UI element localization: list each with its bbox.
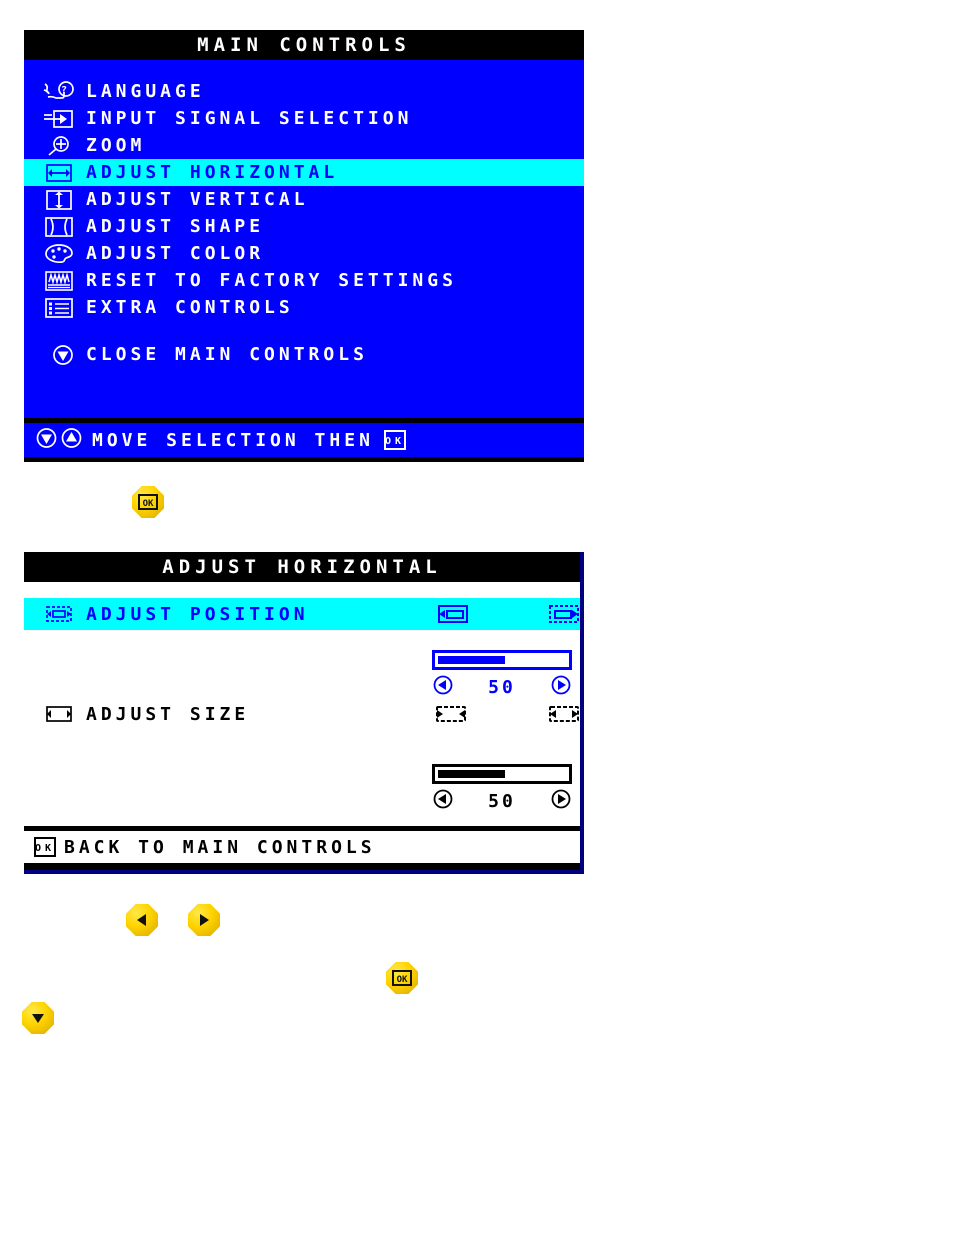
menu-item-zoom[interactable]: ZOOM xyxy=(24,132,584,159)
ok-button-top[interactable]: OK xyxy=(130,484,166,520)
ok-icon: OK xyxy=(34,837,56,857)
menu-item-label: ADJUST SHAPE xyxy=(86,216,265,237)
down-arrow-circle-icon xyxy=(46,344,80,366)
adjust-position-icon xyxy=(38,603,80,625)
menu-item-label: RESET TO FACTORY SETTINGS xyxy=(86,270,457,291)
menu-item-extra-controls[interactable]: EXTRA CONTROLS xyxy=(24,294,584,321)
adjust-position-value: 50 xyxy=(488,676,516,698)
adjust-shape-icon xyxy=(38,216,80,238)
adjust-size-slider-fill xyxy=(438,770,505,778)
shift-right-icon[interactable] xyxy=(544,602,588,626)
menu-item-label: ADJUST HORIZONTAL xyxy=(86,162,339,183)
adjust-size-label: ADJUST SIZE xyxy=(86,703,250,725)
left-triangle-icon[interactable] xyxy=(432,674,454,700)
adjust-size-slider-track[interactable] xyxy=(432,764,572,784)
left-triangle-icon[interactable] xyxy=(432,788,454,814)
menu-item-adjust-vertical[interactable]: ADJUST VERTICAL xyxy=(24,186,584,213)
menu-item-adjust-color[interactable]: ADJUST COLOR xyxy=(24,240,584,267)
zoom-magnifier-icon xyxy=(38,135,80,157)
svg-text:OK: OK xyxy=(397,975,408,985)
adjust-position-slider-track[interactable] xyxy=(432,650,572,670)
menu-item-label: ZOOM xyxy=(86,135,146,156)
reset-factory-icon xyxy=(38,270,80,292)
shrink-icon[interactable] xyxy=(429,702,473,726)
menu-item-adjust-horizontal[interactable]: ADJUST HORIZONTAL xyxy=(24,159,584,186)
adjust-horizontal-osd-panel: ADJUST HORIZONTAL ADJUST POSITION 50 ADJ… xyxy=(24,552,584,874)
adjust-horizontal-footer-label: BACK TO MAIN CONTROLS xyxy=(64,836,376,858)
adjust-vertical-icon xyxy=(38,189,80,211)
menu-item-reset-to-factory-settings[interactable]: RESET TO FACTORY SETTINGS xyxy=(24,267,584,294)
down-button[interactable] xyxy=(20,1000,56,1036)
right-triangle-icon[interactable] xyxy=(550,788,572,814)
menu-item-adjust-shape[interactable]: ADJUST SHAPE xyxy=(24,213,584,240)
input-signal-arrow-icon xyxy=(38,108,80,130)
adjust-horizontal-icon xyxy=(38,162,80,184)
menu-item-language[interactable]: ? LANGUAGE xyxy=(24,78,584,105)
main-controls-footer: MOVE SELECTION THEN OK xyxy=(24,418,584,462)
ok-icon: OK xyxy=(383,430,406,450)
adjust-size-slider-group: 50 xyxy=(432,764,572,813)
language-hand-question-icon: ? xyxy=(38,80,80,103)
ok-icon: OK xyxy=(386,962,418,994)
svg-text:OK: OK xyxy=(143,499,154,509)
adjust-horizontal-rows: ADJUST POSITION 50 ADJUST SIZE 50 xyxy=(24,582,580,834)
right-triangle-icon[interactable] xyxy=(550,674,572,700)
right-button[interactable] xyxy=(186,902,222,938)
adjust-position-slider-group: 50 xyxy=(432,650,572,699)
menu-item-label: LANGUAGE xyxy=(86,81,205,102)
menu-item-label: CLOSE MAIN CONTROLS xyxy=(86,344,368,365)
down-triangle-icon xyxy=(22,1002,54,1034)
main-controls-title: MAIN CONTROLS xyxy=(24,30,584,60)
extra-controls-list-icon xyxy=(38,297,80,319)
svg-text:OK: OK xyxy=(35,843,55,854)
svg-text:?: ? xyxy=(61,85,71,96)
menu-item-label: EXTRA CONTROLS xyxy=(86,297,294,318)
adjust-position-slider-fill xyxy=(438,656,505,664)
main-controls-menu-list: ? LANGUAGE INPUT SIGNAL SELECTION ZOOM A… xyxy=(24,60,584,398)
adjust-size-value-row: 50 xyxy=(432,789,572,813)
expand-icon[interactable] xyxy=(544,702,588,726)
right-triangle-icon xyxy=(188,904,220,936)
adjust-color-palette-icon xyxy=(38,243,80,265)
adjust-size-icon xyxy=(38,703,80,725)
adjust-horizontal-footer[interactable]: OK BACK TO MAIN CONTROLS xyxy=(24,826,580,870)
left-triangle-icon xyxy=(126,904,158,936)
svg-text:OK: OK xyxy=(385,436,405,447)
adjust-horizontal-title: ADJUST HORIZONTAL xyxy=(24,552,580,582)
down-arrow-circle-icon xyxy=(34,427,59,454)
adjust-size-value: 50 xyxy=(488,790,516,812)
ok-icon: OK xyxy=(132,486,164,518)
adjust-position-row[interactable]: ADJUST POSITION xyxy=(24,598,580,630)
adjust-size-row[interactable]: ADJUST SIZE xyxy=(24,698,580,730)
menu-item-input-signal-selection[interactable]: INPUT SIGNAL SELECTION xyxy=(24,105,584,132)
footer-arrow-icons xyxy=(34,427,84,454)
menu-item-close-main-controls[interactable]: CLOSE MAIN CONTROLS xyxy=(24,341,584,368)
menu-item-label: INPUT SIGNAL SELECTION xyxy=(86,108,413,129)
adjust-position-label: ADJUST POSITION xyxy=(86,603,309,625)
menu-spacer xyxy=(24,321,584,341)
menu-item-label: ADJUST VERTICAL xyxy=(86,189,309,210)
shift-left-icon[interactable] xyxy=(429,602,473,626)
adjust-position-value-row: 50 xyxy=(432,675,572,699)
menu-item-label: ADJUST COLOR xyxy=(86,243,265,264)
left-button[interactable] xyxy=(124,902,160,938)
up-arrow-circle-icon xyxy=(59,427,84,454)
ok-button-bottom[interactable]: OK xyxy=(384,960,420,996)
main-controls-footer-label: MOVE SELECTION THEN xyxy=(92,429,374,451)
main-controls-osd-panel: MAIN CONTROLS ? LANGUAGE INPUT SIGNAL SE… xyxy=(24,30,584,462)
